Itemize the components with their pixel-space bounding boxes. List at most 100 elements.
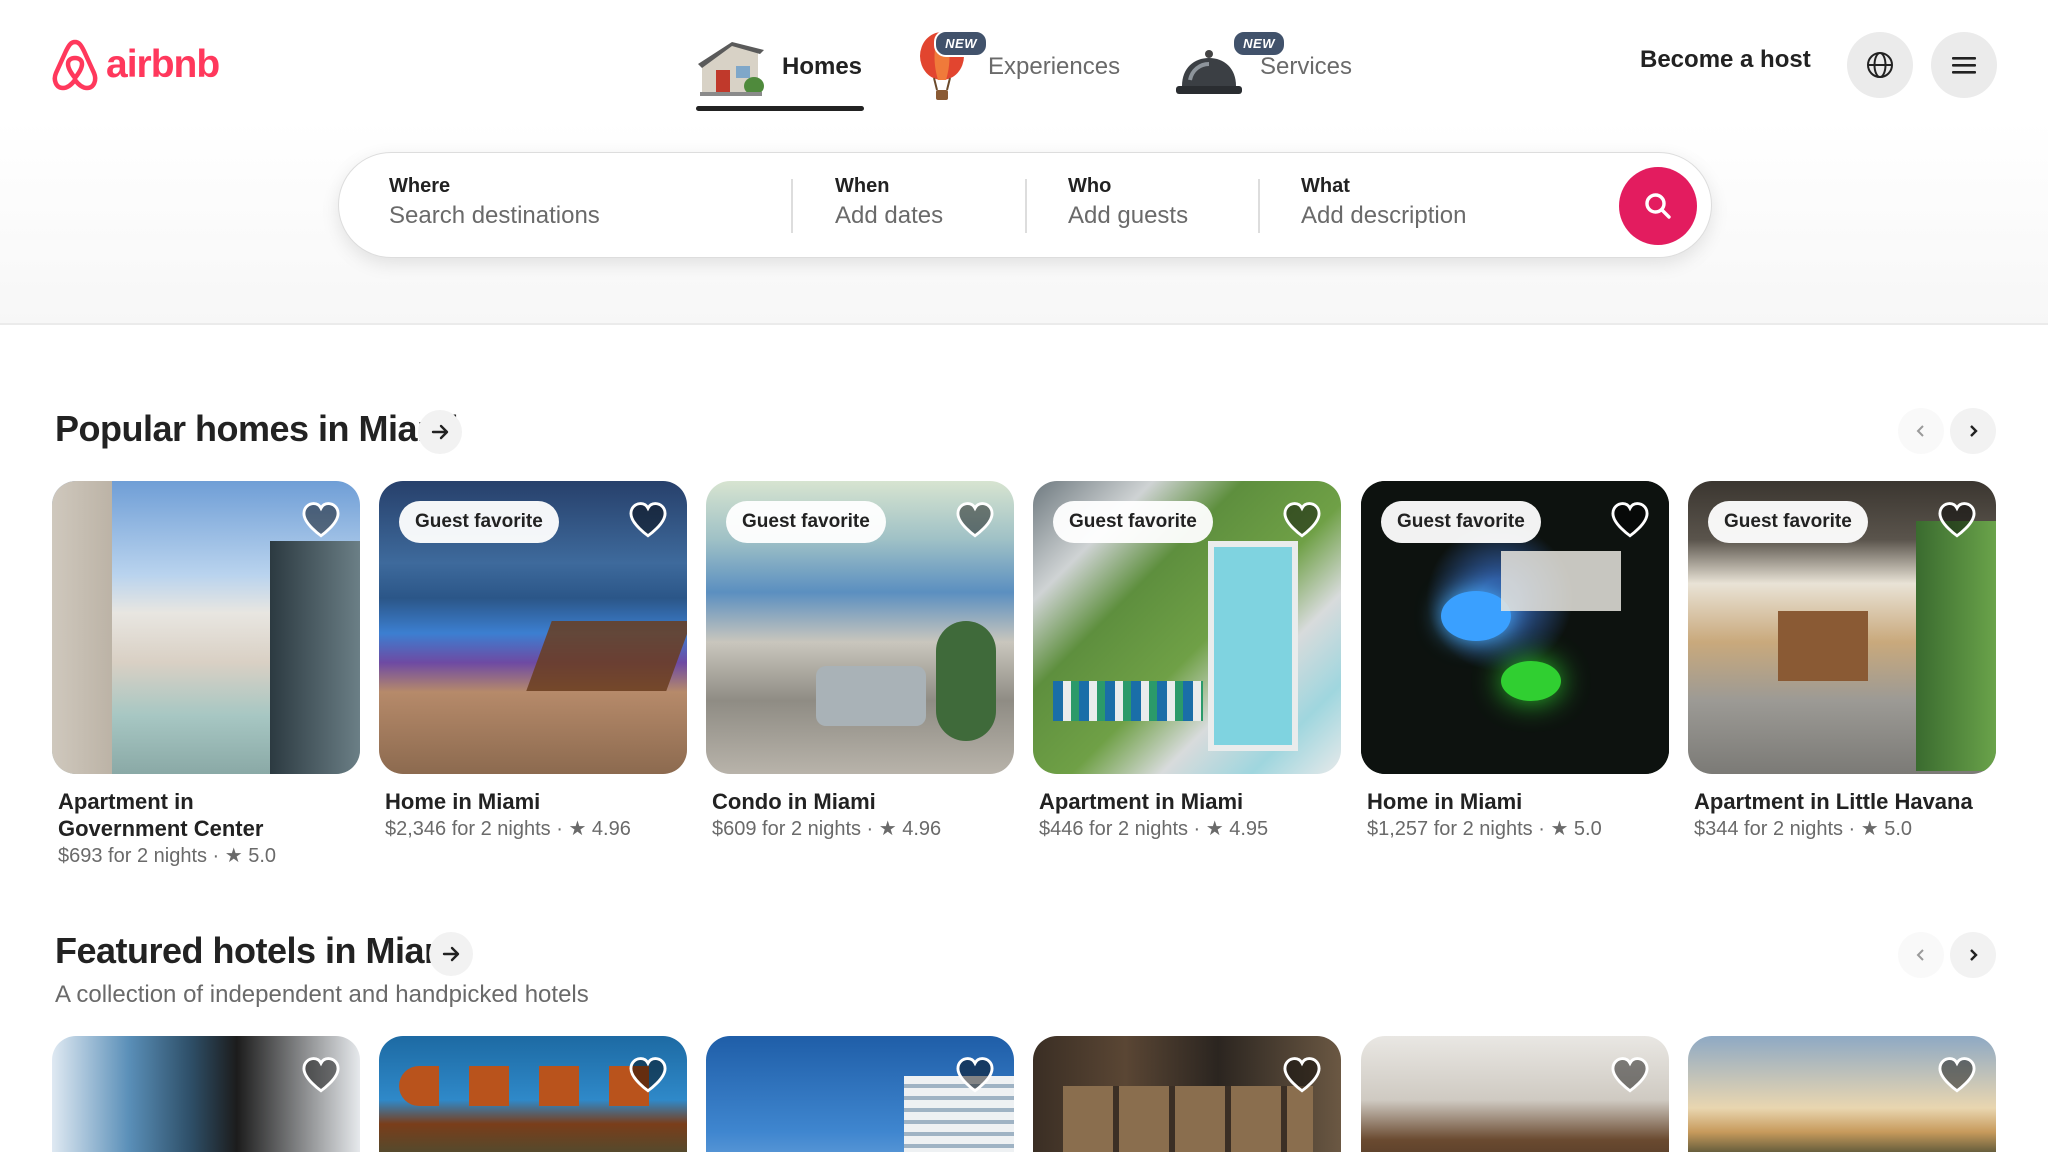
- tab-homes[interactable]: Homes: [694, 22, 862, 112]
- carousel-prev-button[interactable]: [1898, 932, 1944, 978]
- where-field[interactable]: Where: [389, 175, 769, 230]
- heart-icon[interactable]: [1609, 1054, 1651, 1096]
- listing-title: Apartment in Government Center: [52, 788, 360, 842]
- when-field[interactable]: When: [835, 175, 1015, 230]
- section-title-featured-hotels[interactable]: Featured hotels in Miami: [55, 930, 466, 972]
- guest-favorite-badge: Guest favorite: [399, 501, 559, 543]
- where-input[interactable]: [389, 202, 769, 230]
- who-label: Who: [1068, 175, 1112, 197]
- search-divider: [791, 179, 793, 233]
- listing-title-line: Government Center: [58, 816, 264, 841]
- heart-icon[interactable]: [954, 1054, 996, 1096]
- hotel-photo[interactable]: [52, 1036, 360, 1152]
- become-a-host-link[interactable]: Become a host: [1640, 46, 1811, 74]
- heart-icon[interactable]: [1281, 1054, 1323, 1096]
- search-divider: [1258, 179, 1260, 233]
- listing-photo[interactable]: Guest favorite: [379, 481, 687, 774]
- airbnb-wordmark: airbnb: [106, 43, 220, 86]
- heart-icon[interactable]: [627, 499, 669, 541]
- listing-title: Apartment in Miami: [1039, 789, 1244, 814]
- carousel-next-button[interactable]: [1950, 408, 1996, 454]
- listing-card[interactable]: Guest favorite Apartment in Miami $446 f…: [1033, 481, 1341, 843]
- guest-favorite-badge: Guest favorite: [1053, 501, 1213, 543]
- listing-card[interactable]: Guest favorite Home in Miami $2,346 for …: [379, 481, 687, 843]
- guest-favorite-badge: Guest favorite: [1381, 501, 1541, 543]
- section-title-popular-homes[interactable]: Popular homes in Miami: [55, 408, 459, 450]
- when-label: When: [835, 175, 890, 197]
- listing-photo[interactable]: Guest favorite: [1688, 481, 1996, 774]
- listing-card[interactable]: Guest favorite Condo in Miami $609 for 2…: [706, 481, 1014, 843]
- tab-services[interactable]: NEW Services: [1172, 22, 1352, 112]
- heart-icon[interactable]: [300, 499, 342, 541]
- chevron-left-icon: [1916, 949, 1924, 961]
- heart-icon[interactable]: [1936, 1054, 1978, 1096]
- hotel-card[interactable]: [1033, 1036, 1341, 1152]
- listing-card[interactable]: Apartment in Government Center $693 for …: [52, 481, 360, 870]
- chevron-right-icon: [1970, 949, 1978, 961]
- listing-title: Home in Miami: [385, 789, 541, 814]
- hot-air-balloon-icon: NEW: [910, 30, 988, 100]
- listing-card[interactable]: Guest favorite Apartment in Little Havan…: [1688, 481, 1996, 843]
- main-menu-button[interactable]: [1931, 32, 1997, 98]
- who-input[interactable]: [1068, 202, 1248, 230]
- chevron-left-icon: [1916, 425, 1924, 437]
- heart-icon[interactable]: [1936, 499, 1978, 541]
- heart-icon[interactable]: [954, 499, 996, 541]
- search-button[interactable]: [1619, 167, 1697, 245]
- tab-services-label: Services: [1260, 53, 1353, 80]
- arrow-right-icon: [431, 424, 449, 440]
- search-bar: Where When Who What: [338, 152, 1712, 258]
- service-bell-icon: NEW: [1172, 30, 1286, 100]
- what-input[interactable]: [1301, 202, 1581, 230]
- listing-price-rating: $693 for 2 nights · ★ 5.0: [58, 845, 277, 867]
- tab-experiences[interactable]: NEW Experiences: [910, 22, 1120, 112]
- section-arrow-button[interactable]: [418, 410, 462, 454]
- listing-price-rating: $1,257 for 2 nights · ★ 5.0: [1367, 818, 1602, 840]
- hotel-photo[interactable]: [1361, 1036, 1669, 1152]
- hamburger-menu-icon: [1952, 57, 1976, 74]
- listing-photo[interactable]: Guest favorite: [1033, 481, 1341, 774]
- tab-homes-label: Homes: [782, 53, 863, 80]
- hotel-card[interactable]: [1688, 1036, 1996, 1152]
- new-badge: NEW: [1232, 30, 1286, 57]
- heart-icon[interactable]: [300, 1054, 342, 1096]
- listing-card[interactable]: Guest favorite Home in Miami $1,257 for …: [1361, 481, 1669, 843]
- top-header: airbnb Homes NEW Experiences NEW Service…: [0, 0, 2048, 325]
- hotel-photo[interactable]: [1033, 1036, 1341, 1152]
- listing-price-rating: $2,346 for 2 nights · ★ 4.96: [385, 818, 631, 840]
- listing-price-rating: $446 for 2 nights · ★ 4.95: [1039, 818, 1269, 840]
- hotel-card[interactable]: [379, 1036, 687, 1152]
- section-arrow-button[interactable]: [429, 932, 473, 976]
- who-field[interactable]: Who: [1068, 175, 1248, 230]
- hotel-card[interactable]: [52, 1036, 360, 1152]
- search-divider: [1025, 179, 1027, 233]
- guest-favorite-badge: Guest favorite: [726, 501, 886, 543]
- house-icon: [694, 34, 768, 100]
- hotel-card[interactable]: [1361, 1036, 1669, 1152]
- what-field[interactable]: What: [1301, 175, 1581, 230]
- hotel-photo[interactable]: [379, 1036, 687, 1152]
- hotel-photo[interactable]: [706, 1036, 1014, 1152]
- what-label: What: [1301, 175, 1350, 197]
- listing-photo[interactable]: Guest favorite: [1361, 481, 1669, 774]
- hotel-card[interactable]: [706, 1036, 1014, 1152]
- carousel-prev-button[interactable]: [1898, 408, 1944, 454]
- arrow-right-icon: [442, 946, 460, 962]
- hotel-photo[interactable]: [1688, 1036, 1996, 1152]
- chevron-right-icon: [1970, 425, 1978, 437]
- carousel-next-button[interactable]: [1950, 932, 1996, 978]
- listing-title: Apartment in Little Havana: [1694, 789, 1973, 814]
- listing-title-line: Apartment in: [58, 789, 194, 814]
- listing-title: Home in Miami: [1367, 789, 1523, 814]
- heart-icon[interactable]: [1609, 499, 1651, 541]
- heart-icon[interactable]: [1281, 499, 1323, 541]
- listing-price-rating: $344 for 2 nights · ★ 5.0: [1694, 818, 1913, 840]
- language-button[interactable]: [1847, 32, 1913, 98]
- listing-photo[interactable]: [52, 481, 360, 774]
- when-input[interactable]: [835, 202, 1015, 230]
- guest-favorite-badge: Guest favorite: [1708, 501, 1868, 543]
- airbnb-logo[interactable]: airbnb: [50, 38, 220, 92]
- listing-photo[interactable]: Guest favorite: [706, 481, 1014, 774]
- heart-icon[interactable]: [627, 1054, 669, 1096]
- section-subtitle: A collection of independent and handpick…: [55, 981, 589, 1008]
